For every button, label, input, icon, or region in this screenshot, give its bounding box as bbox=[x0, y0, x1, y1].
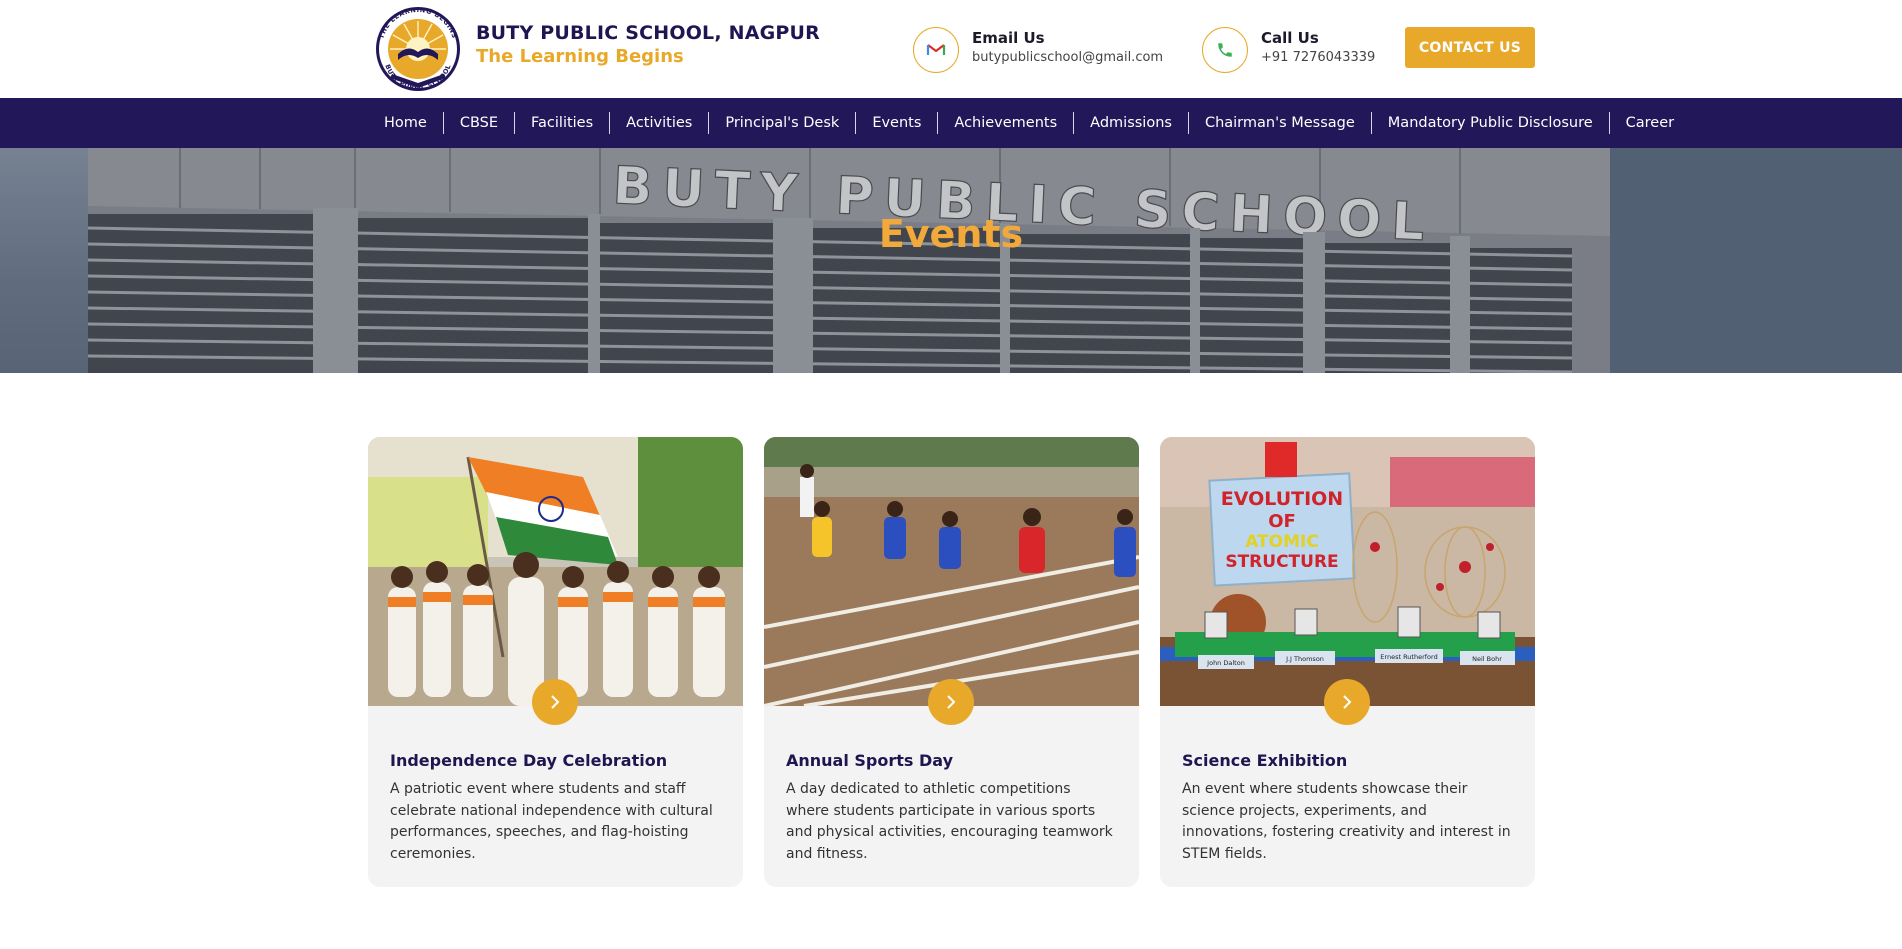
event-title[interactable]: Science Exhibition bbox=[1182, 751, 1513, 770]
school-logo[interactable]: THE LEARNING BEGINS BUTY PUBLIC SCHOOL bbox=[368, 4, 468, 92]
nav-list: Home CBSE Facilities Activities Principa… bbox=[368, 98, 1674, 148]
chevron-right-icon bbox=[1343, 695, 1352, 709]
nav-item-cbse[interactable]: CBSE bbox=[444, 112, 516, 134]
email-value[interactable]: butypublicschool@gmail.com bbox=[972, 50, 1163, 65]
chevron-right-icon bbox=[551, 695, 560, 709]
nav-item-events[interactable]: Events bbox=[856, 112, 939, 134]
event-card-body: Independence Day Celebration A patriotic… bbox=[368, 706, 743, 887]
gmail-icon bbox=[913, 27, 959, 73]
sports-day-photo[interactable] bbox=[764, 437, 1139, 706]
scientist-label-4: Neil Bohr bbox=[1472, 655, 1502, 663]
phone-title: Call Us bbox=[1261, 29, 1319, 47]
nav-item-chairmans-message[interactable]: Chairman's Message bbox=[1189, 112, 1372, 134]
school-name: BUTY PUBLIC SCHOOL, NAGPUR bbox=[476, 22, 820, 44]
nav-item-principals-desk[interactable]: Principal's Desk bbox=[709, 112, 857, 134]
main-nav: Home CBSE Facilities Activities Principa… bbox=[0, 98, 1902, 148]
site-header: THE LEARNING BEGINS BUTY PUBLIC SCHOOL B… bbox=[0, 0, 1902, 98]
page-title: Events bbox=[878, 212, 1024, 256]
scientist-label-2: J.J Thomson bbox=[1285, 655, 1324, 663]
page-banner: BUTY PUBLIC SCHOOL Events bbox=[0, 148, 1902, 373]
event-description: A patriotic event where students and sta… bbox=[390, 781, 713, 862]
event-card-science-exhibition[interactable]: EVOLUTION OF ATOMIC STRUCTURE John Dalto… bbox=[1160, 437, 1535, 887]
nav-item-facilities[interactable]: Facilities bbox=[515, 112, 611, 134]
event-card-body: Annual Sports Day A day dedicated to ath… bbox=[764, 706, 1139, 887]
event-card-independence-day[interactable]: Independence Day Celebration A patriotic… bbox=[368, 437, 743, 887]
email-title: Email Us bbox=[972, 29, 1045, 47]
nav-item-activities[interactable]: Activities bbox=[610, 112, 710, 134]
independence-day-photo[interactable] bbox=[368, 437, 743, 706]
scientist-label-1: John Dalton bbox=[1206, 659, 1245, 667]
nav-item-mandatory-disclosure[interactable]: Mandatory Public Disclosure bbox=[1372, 112, 1610, 134]
event-card-arrow-button[interactable] bbox=[532, 679, 578, 725]
event-card-sports-day[interactable]: Annual Sports Day A day dedicated to ath… bbox=[764, 437, 1139, 887]
school-building-image: BUTY PUBLIC SCHOOL bbox=[0, 148, 1902, 373]
event-description: An event where students showcase their s… bbox=[1182, 781, 1511, 862]
science-exhibition-photo[interactable]: EVOLUTION OF ATOMIC STRUCTURE John Dalto… bbox=[1160, 437, 1535, 706]
event-description: A day dedicated to athletic competitions… bbox=[786, 781, 1113, 862]
event-card-arrow-button[interactable] bbox=[928, 679, 974, 725]
event-card-body: Science Exhibition An event where studen… bbox=[1160, 706, 1535, 887]
event-title[interactable]: Independence Day Celebration bbox=[390, 751, 721, 770]
model-sign-line-4: STRUCTURE bbox=[1225, 552, 1338, 572]
nav-item-home[interactable]: Home bbox=[368, 112, 444, 134]
model-sign-line-2: OF bbox=[1268, 511, 1296, 532]
contact-us-button[interactable]: CONTACT US bbox=[1405, 27, 1535, 68]
event-title[interactable]: Annual Sports Day bbox=[786, 751, 1117, 770]
chevron-right-icon bbox=[947, 695, 956, 709]
nav-item-admissions[interactable]: Admissions bbox=[1074, 112, 1189, 134]
nav-item-career[interactable]: Career bbox=[1610, 112, 1690, 134]
school-tagline: The Learning Begins bbox=[476, 46, 684, 67]
phone-icon bbox=[1202, 27, 1248, 73]
nav-item-achievements[interactable]: Achievements bbox=[938, 112, 1075, 134]
model-sign-line-1: EVOLUTION bbox=[1221, 488, 1343, 510]
event-card-arrow-button[interactable] bbox=[1324, 679, 1370, 725]
phone-value[interactable]: +91 7276043339 bbox=[1261, 50, 1375, 65]
model-sign-line-3: ATOMIC bbox=[1245, 532, 1319, 552]
scientist-label-3: Ernest Rutherford bbox=[1380, 653, 1437, 661]
